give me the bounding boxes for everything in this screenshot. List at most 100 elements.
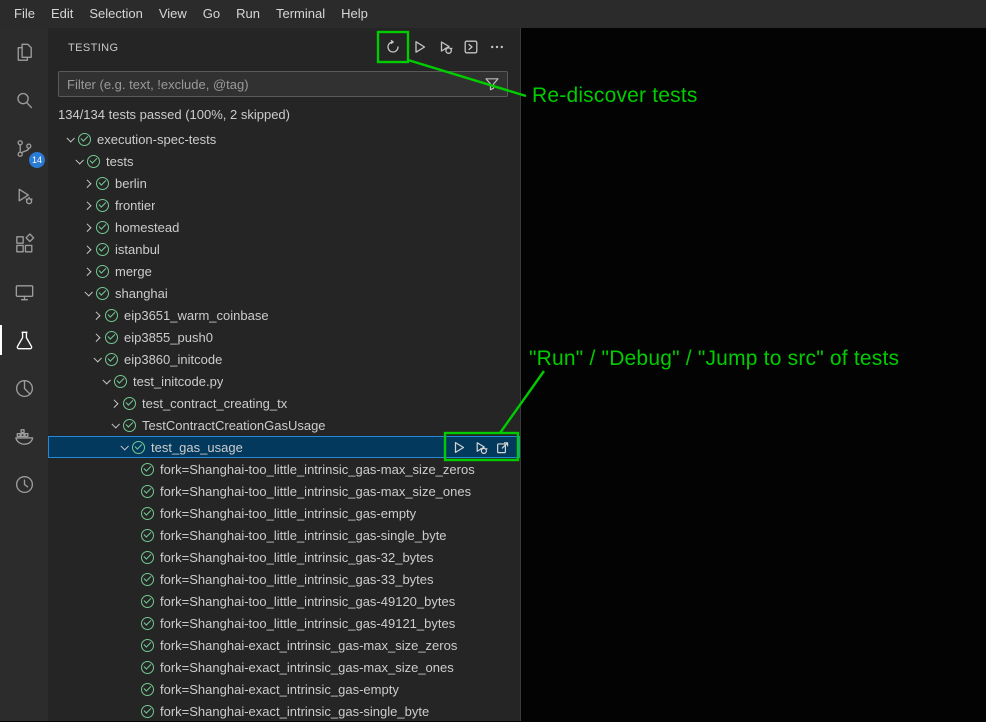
tree-row[interactable]: fork=Shanghai-exact_intrinsic_gas-empty bbox=[48, 678, 520, 700]
activity-bar-item-extensions[interactable] bbox=[0, 220, 48, 268]
tree-row[interactable]: fork=Shanghai-exact_intrinsic_gas-max_si… bbox=[48, 656, 520, 678]
chevron-right-icon[interactable] bbox=[80, 260, 96, 282]
chevron-right-icon[interactable] bbox=[80, 172, 96, 194]
menu-item-selection[interactable]: Selection bbox=[81, 0, 150, 28]
chevron-placeholder bbox=[125, 480, 141, 502]
activity-bar-item-explorer[interactable] bbox=[0, 28, 48, 76]
chevron-down-icon[interactable] bbox=[116, 436, 132, 458]
activity-bar-item-source-control[interactable]: 14 bbox=[0, 124, 48, 172]
tree-row-label: fork=Shanghai-exact_intrinsic_gas-single… bbox=[160, 704, 429, 719]
chevron-down-icon[interactable] bbox=[80, 282, 96, 304]
activity-bar-item-docker[interactable] bbox=[0, 412, 48, 460]
run-test-button[interactable] bbox=[448, 437, 468, 457]
tree-row-label: merge bbox=[115, 264, 152, 279]
testing-panel: TESTING bbox=[48, 28, 521, 721]
menu-item-view[interactable]: View bbox=[151, 0, 195, 28]
menu-item-run[interactable]: Run bbox=[228, 0, 268, 28]
tree-row[interactable]: fork=Shanghai-too_little_intrinsic_gas-m… bbox=[48, 458, 520, 480]
chevron-down-icon[interactable] bbox=[62, 128, 78, 150]
test-passed-icon bbox=[96, 177, 109, 190]
menu-item-go[interactable]: Go bbox=[195, 0, 228, 28]
tree-row[interactable]: fork=Shanghai-exact_intrinsic_gas-max_si… bbox=[48, 634, 520, 656]
chevron-down-icon[interactable] bbox=[107, 414, 123, 436]
chevron-right-icon[interactable] bbox=[89, 326, 105, 348]
tree-row[interactable]: fork=Shanghai-too_little_intrinsic_gas-s… bbox=[48, 524, 520, 546]
refresh-tests-button[interactable] bbox=[381, 35, 405, 59]
tree-row[interactable]: test_gas_usage bbox=[48, 436, 520, 458]
tree-row[interactable]: fork=Shanghai-exact_intrinsic_gas-single… bbox=[48, 700, 520, 722]
chevron-right-icon[interactable] bbox=[80, 194, 96, 216]
tree-row-label: fork=Shanghai-too_little_intrinsic_gas-4… bbox=[160, 616, 455, 631]
tree-row[interactable]: test_initcode.py bbox=[48, 370, 520, 392]
activity-bar-item-pie-chart[interactable] bbox=[0, 364, 48, 412]
test-passed-icon bbox=[141, 529, 154, 542]
tree-row[interactable]: shanghai bbox=[48, 282, 520, 304]
activity-bar: 14 bbox=[0, 28, 48, 721]
tree-row[interactable]: fork=Shanghai-too_little_intrinsic_gas-e… bbox=[48, 502, 520, 524]
show-output-button[interactable] bbox=[459, 35, 483, 59]
chevron-right-icon[interactable] bbox=[80, 238, 96, 260]
activity-bar-item-testing[interactable] bbox=[0, 316, 48, 364]
chevron-down-icon[interactable] bbox=[89, 348, 105, 370]
test-passed-icon bbox=[96, 265, 109, 278]
debug-all-tests-button[interactable] bbox=[433, 35, 457, 59]
tree-row-label: fork=Shanghai-exact_intrinsic_gas-max_si… bbox=[160, 638, 457, 653]
tree-row[interactable]: fork=Shanghai-too_little_intrinsic_gas-4… bbox=[48, 612, 520, 634]
tree-row-label: homestead bbox=[115, 220, 179, 235]
chevron-placeholder bbox=[125, 612, 141, 634]
filter-bar bbox=[48, 66, 520, 101]
remote-explorer-icon bbox=[13, 281, 36, 304]
filter-funnel-icon[interactable] bbox=[484, 76, 500, 92]
tree-row[interactable]: frontier bbox=[48, 194, 520, 216]
chevron-right-icon[interactable] bbox=[89, 304, 105, 326]
activity-bar-item-search[interactable] bbox=[0, 76, 48, 124]
test-passed-icon bbox=[123, 419, 136, 432]
tree-row[interactable]: eip3855_push0 bbox=[48, 326, 520, 348]
tree-row[interactable]: TestContractCreationGasUsage bbox=[48, 414, 520, 436]
go-to-test-button[interactable] bbox=[492, 437, 512, 457]
tree-row[interactable]: eip3651_warm_coinbase bbox=[48, 304, 520, 326]
activity-bar-item-remote-explorer[interactable] bbox=[0, 268, 48, 316]
tree-row[interactable]: fork=Shanghai-too_little_intrinsic_gas-m… bbox=[48, 480, 520, 502]
more-actions-button[interactable] bbox=[485, 35, 509, 59]
tree-row-label: fork=Shanghai-exact_intrinsic_gas-max_si… bbox=[160, 660, 454, 675]
tree-row[interactable]: test_contract_creating_tx bbox=[48, 392, 520, 414]
filter-input[interactable] bbox=[58, 71, 508, 97]
test-passed-icon bbox=[105, 353, 118, 366]
test-passed-icon bbox=[105, 331, 118, 344]
test-passed-icon bbox=[96, 199, 109, 212]
chevron-right-icon[interactable] bbox=[107, 392, 123, 414]
menu-item-file[interactable]: File bbox=[6, 0, 43, 28]
test-passed-icon bbox=[87, 155, 100, 168]
files-icon bbox=[13, 41, 36, 64]
tree-row[interactable]: berlin bbox=[48, 172, 520, 194]
test-passed-icon bbox=[105, 309, 118, 322]
menu-bar: File Edit Selection View Go Run Terminal… bbox=[0, 0, 986, 28]
tree-row[interactable]: tests bbox=[48, 150, 520, 172]
activity-bar-item-clock[interactable] bbox=[0, 460, 48, 508]
tree-row[interactable]: fork=Shanghai-too_little_intrinsic_gas-4… bbox=[48, 590, 520, 612]
menu-item-terminal[interactable]: Terminal bbox=[268, 0, 333, 28]
chevron-down-icon[interactable] bbox=[71, 150, 87, 172]
tree-row[interactable]: fork=Shanghai-too_little_intrinsic_gas-3… bbox=[48, 568, 520, 590]
debug-all-icon bbox=[437, 39, 453, 55]
more-actions-icon bbox=[489, 39, 505, 55]
menu-item-help[interactable]: Help bbox=[333, 0, 376, 28]
tree-row[interactable]: fork=Shanghai-too_little_intrinsic_gas-3… bbox=[48, 546, 520, 568]
tree-row-label: test_contract_creating_tx bbox=[142, 396, 287, 411]
tree-row[interactable]: eip3860_initcode bbox=[48, 348, 520, 370]
chevron-right-icon[interactable] bbox=[80, 216, 96, 238]
activity-bar-item-run-and-debug[interactable] bbox=[0, 172, 48, 220]
tree-row[interactable]: execution-spec-tests bbox=[48, 128, 520, 150]
run-all-tests-button[interactable] bbox=[407, 35, 431, 59]
tree-row[interactable]: merge bbox=[48, 260, 520, 282]
tree-row-label: execution-spec-tests bbox=[97, 132, 216, 147]
chevron-placeholder bbox=[125, 458, 141, 480]
menu-item-edit[interactable]: Edit bbox=[43, 0, 81, 28]
tree-row-label: eip3855_push0 bbox=[124, 330, 213, 345]
debug-test-button[interactable] bbox=[470, 437, 490, 457]
chevron-down-icon[interactable] bbox=[98, 370, 114, 392]
tree-row-label: frontier bbox=[115, 198, 155, 213]
tree-row[interactable]: istanbul bbox=[48, 238, 520, 260]
tree-row[interactable]: homestead bbox=[48, 216, 520, 238]
